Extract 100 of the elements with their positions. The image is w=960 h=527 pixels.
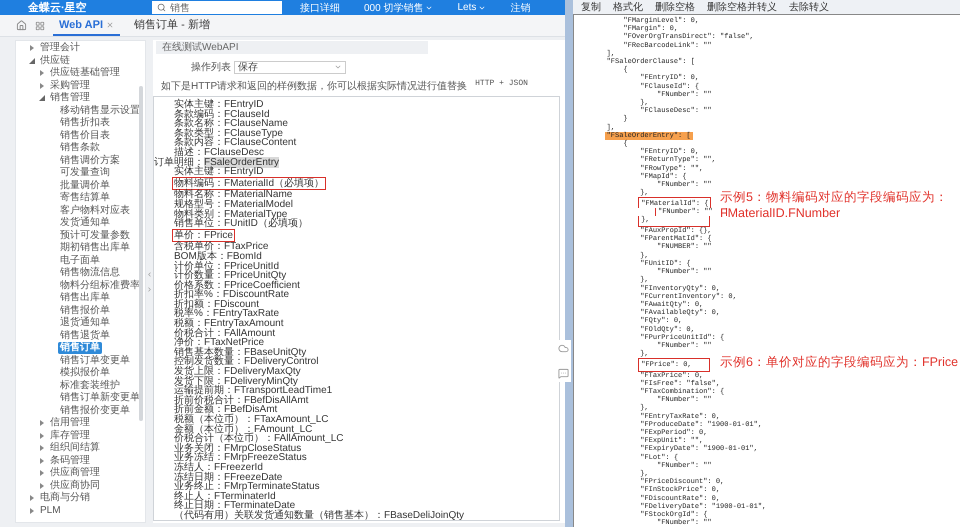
tree-item[interactable]: 期初销售出库单 (58, 242, 132, 254)
collapsed-caret-icon[interactable] (29, 45, 35, 52)
header-link[interactable]: 000 切学销售 (364, 0, 434, 14)
field-line: 含税单价：FTaxPrice (174, 242, 268, 252)
boxed-field-line: 单价：FPrice (174, 230, 233, 240)
tree-item[interactable]: 标准套装维护 (58, 380, 122, 392)
field-line: 价税合计（本位币）：FAllAmount_LC (174, 434, 344, 444)
collapsed-caret-icon[interactable] (39, 70, 45, 76)
tab[interactable]: Web API (53, 15, 120, 36)
field-line: 规格型号：FMaterialModel (174, 200, 293, 210)
collapsed-caret-icon[interactable] (39, 445, 45, 452)
tree-item[interactable]: 寄售结算单 (58, 192, 112, 204)
field-line: 物料类别：FMaterialType (174, 210, 288, 220)
header-link[interactable]: 注销 (510, 0, 530, 14)
tree-item[interactable]: 销售报价单 (58, 304, 112, 317)
tree-item[interactable]: 销售报价变更单 (58, 404, 132, 417)
tree-item[interactable]: PLM (38, 504, 63, 517)
tree-item[interactable]: 供应商管理 (48, 467, 102, 480)
tree-item[interactable]: 销售条款 (58, 142, 102, 154)
field-line: 计价单位：FPriceUnitId (174, 262, 280, 272)
tree-item[interactable]: 退货通知单 (58, 317, 112, 330)
tree-item[interactable]: 销售订单 (58, 342, 102, 354)
toolbar-button[interactable]: 复制 (581, 0, 601, 14)
expanded-caret-icon[interactable] (29, 58, 35, 64)
tree-item[interactable]: 发货通知单 (58, 217, 112, 230)
field-line: 价税合计：FAllAmount (174, 328, 276, 338)
collapsed-caret-icon[interactable] (39, 482, 45, 489)
chevron-right-icon[interactable] (146, 286, 153, 292)
tree-item[interactable]: 预计可发量参数 (58, 230, 132, 242)
hint-text: 如下是HTTP请求和返回的样例数据，你可以根据实际情况进行值替换 (161, 80, 468, 93)
toolbar-button[interactable]: 删除空格 (655, 0, 695, 14)
tree-item[interactable]: 模拟报价单 (58, 367, 112, 380)
field-line: 计价数量：FPriceUnitQty (174, 271, 286, 281)
collapsed-caret-icon[interactable] (29, 495, 35, 502)
field-line: 发货上限：FDeliveryMaxQty (174, 367, 301, 377)
logo[interactable]: 金蝶云·星空 (28, 0, 138, 15)
field-line: 描述：FClauseDesc (174, 148, 264, 158)
tree-item[interactable]: 移动销售显示设置 (58, 104, 142, 117)
collapsed-caret-icon[interactable] (39, 458, 45, 464)
close-icon[interactable] (106, 20, 114, 28)
tree-item[interactable]: 供应链基础管理 (48, 67, 122, 80)
field-line: 销售单位：FUnitID（必填项） (174, 219, 308, 229)
header-link[interactable]: 接口详细 (300, 0, 340, 14)
cloud-icon[interactable] (558, 343, 569, 354)
tree-item[interactable]: 批量调价单 (58, 180, 112, 192)
toolbar-button[interactable]: 格式化 (613, 0, 643, 14)
tree-item[interactable]: 销售订单新变更单 (58, 392, 142, 404)
field-line: 冻结日期：FFreezeDate (174, 472, 282, 482)
tree-item[interactable]: 物料分组标准费率 (58, 280, 142, 292)
tree-item[interactable]: 销售物流信息 (58, 267, 122, 280)
tree-item[interactable]: 条码管理 (48, 454, 92, 467)
caret-icon (334, 63, 342, 71)
tree-item[interactable]: 销售退货单 (58, 330, 112, 342)
collapsed-caret-icon[interactable] (39, 470, 45, 476)
field-line: 税额（本位币）：FTaxAmount_LC (174, 415, 328, 425)
toolbar-button[interactable]: 删除空格并转义 (707, 0, 777, 14)
tree-item[interactable]: 销售价目表 (58, 130, 112, 142)
tree-item[interactable]: 销售调价方案 (58, 154, 122, 167)
field-line: 折前价税合计：FBefDisAllAmt (174, 396, 308, 406)
collapsed-caret-icon[interactable] (39, 432, 45, 439)
tree-item[interactable]: 销售折扣表 (58, 117, 112, 130)
field-label: 操作列表 (191, 60, 231, 74)
field-line: BOM版本：FBomId (174, 252, 262, 262)
collapsed-caret-icon[interactable] (39, 82, 45, 89)
tree-item[interactable]: 客户物料对应表 (58, 204, 132, 217)
collapsed-caret-icon[interactable] (29, 508, 35, 514)
comment-icon[interactable] (558, 368, 569, 379)
scrollbar[interactable] (139, 86, 143, 421)
tree-item[interactable]: 销售订单变更单 (58, 354, 132, 367)
grid-icon[interactable] (35, 20, 45, 30)
tree-item[interactable]: 可发量查询 (58, 167, 112, 180)
search-field[interactable]: 销售 (152, 1, 282, 14)
tree-item[interactable]: 组织间结算 (48, 442, 102, 454)
header-link[interactable]: Lets (457, 2, 486, 13)
collapsed-caret-icon[interactable] (39, 420, 45, 426)
tree-item[interactable]: 销售出库单 (58, 292, 112, 304)
field-line: 条款编码：FClauseId (174, 110, 270, 120)
home-icon[interactable] (16, 20, 27, 31)
tree-item[interactable]: 销售管理 (48, 92, 92, 104)
operation-select[interactable]: 保存 (234, 60, 346, 74)
tree-item[interactable]: 电商与分销 (38, 492, 92, 504)
field-line: 控制发货数量：FDeliveryControl (174, 357, 318, 368)
chevron-left-icon[interactable] (146, 270, 153, 278)
field-line: 价格系数：FPriceCoefficient (174, 280, 300, 290)
field-line: 终止日期：FTerminateDate (174, 501, 296, 511)
annotation-text: 示例6：单价对应的字段编码应为：FPrice (720, 354, 958, 370)
tree-item[interactable]: 供应链 (38, 54, 72, 67)
tree-item[interactable]: 管理会计 (38, 42, 82, 54)
annotation-text: 示例5：物料编码对应的字段编码应为： FMaterialID.FNumber (720, 189, 948, 222)
tree-item[interactable]: 库存管理 (48, 430, 92, 442)
tab[interactable]: 销售订单 - 新增 (128, 15, 216, 36)
expanded-caret-icon[interactable] (39, 95, 45, 102)
search-icon (157, 3, 166, 12)
tree-item[interactable]: 信用管理 (48, 417, 92, 430)
tree-item[interactable]: 电子面单 (58, 254, 102, 267)
field-line: 运输提前期：FTransportLeadTime1 (174, 386, 332, 396)
tree-item[interactable]: 采购管理 (48, 80, 92, 92)
toolbar-button[interactable]: 去除转义 (789, 0, 829, 14)
tree-item[interactable]: 供应商协同 (48, 480, 102, 492)
field-line: 净价：FTaxNetPrice (174, 338, 264, 348)
